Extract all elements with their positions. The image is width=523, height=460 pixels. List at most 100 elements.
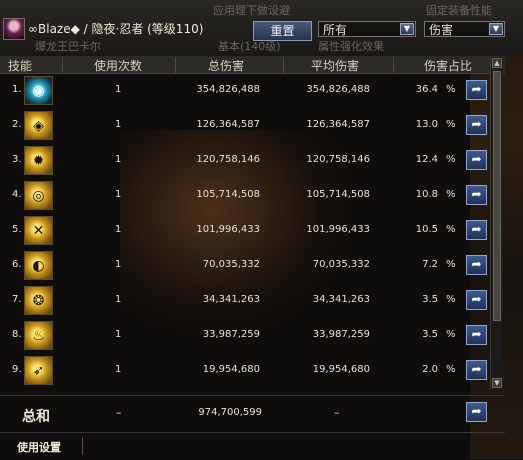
average-damage: 70,035,332 <box>312 259 370 270</box>
row-index: 6. <box>12 259 22 270</box>
percent-sign: % <box>446 329 456 340</box>
reset-button[interactable]: 重置 <box>253 21 312 41</box>
share-icon[interactable]: ➦ <box>466 255 487 275</box>
skill-row[interactable]: 2. ◈ 1 126,364,587 126,364,587 13.0 % ➦ <box>0 109 503 144</box>
character-avatar <box>3 18 25 40</box>
chevron-down-icon[interactable]: ▼ <box>489 23 503 35</box>
row-index: 5. <box>12 224 22 235</box>
skill-row[interactable]: 7. ❂ 1 34,341,263 34,341,263 3.5 % ➦ <box>0 284 503 319</box>
background-text: 爆龙王巴卡尔 <box>35 40 101 53</box>
chevron-down-icon[interactable]: ▼ <box>400 23 414 35</box>
average-damage: 126,364,587 <box>306 119 370 130</box>
share-icon[interactable]: ➦ <box>466 80 487 100</box>
total-damage: 354,826,488 <box>196 84 260 95</box>
percent-sign: % <box>446 154 456 165</box>
damage-percent: 2.0 <box>422 364 438 375</box>
damage-type-select-value: 伤害 <box>429 23 454 37</box>
total-damage: 101,996,433 <box>196 224 260 235</box>
footer-bar: 使用设置 <box>0 432 505 460</box>
column-damage-share[interactable]: 伤害占比 <box>424 57 472 74</box>
column-divider <box>393 57 394 73</box>
use-count: 1 <box>115 84 122 95</box>
background-text: 应用理下做设避 <box>213 4 290 17</box>
skill-row[interactable]: 3. ✹ 1 120,758,146 120,758,146 12.4 % ➦ <box>0 144 503 179</box>
average-damage: 120,758,146 <box>306 154 370 165</box>
damage-percent: 3.5 <box>422 294 438 305</box>
gold-beast-skill-icon: ❂ <box>24 286 53 315</box>
gold-burst-skill-icon: ✹ <box>24 146 53 175</box>
scrollbar[interactable]: ▲ ▼ <box>490 57 503 389</box>
scrollbar-thumb[interactable] <box>493 71 501 321</box>
scroll-down-icon[interactable]: ▼ <box>492 378 502 388</box>
damage-percent: 3.5 <box>422 329 438 340</box>
skill-row[interactable]: 9. ➶ 1 19,954,680 19,954,680 2.0 % ➦ <box>0 354 503 389</box>
use-count: 1 <box>115 294 122 305</box>
total-damage: 19,954,680 <box>202 364 260 375</box>
average-damage: 105,714,508 <box>306 189 370 200</box>
damage-type-select[interactable]: 伤害 ▼ <box>424 21 505 37</box>
share-icon[interactable]: ➦ <box>466 402 487 422</box>
damage-percent: 36.4 <box>415 84 438 95</box>
damage-percent: 13.0 <box>415 119 438 130</box>
usage-settings-tab[interactable]: 使用设置 <box>17 439 61 455</box>
skill-row[interactable]: 1. ◉ 1 354,826,488 354,826,488 36.4 % ➦ <box>0 74 503 109</box>
percent-sign: % <box>446 84 456 95</box>
share-icon[interactable]: ➦ <box>466 290 487 310</box>
row-index: 2. <box>12 119 22 130</box>
percent-sign: % <box>446 364 456 375</box>
use-count: 1 <box>115 154 122 165</box>
row-index: 7. <box>12 294 22 305</box>
row-index: 9. <box>12 364 22 375</box>
column-skill[interactable]: 技能 <box>8 57 32 74</box>
total-damage: 105,714,508 <box>196 189 260 200</box>
share-icon[interactable]: ➦ <box>466 150 487 170</box>
column-divider <box>175 57 176 73</box>
column-divider <box>283 57 284 73</box>
percent-sign: % <box>446 224 456 235</box>
use-count: 1 <box>115 224 122 235</box>
share-icon[interactable]: ➦ <box>466 185 487 205</box>
totals-label: 总和 <box>22 409 50 425</box>
share-icon[interactable]: ➦ <box>466 360 487 380</box>
filter-select[interactable]: 所有 ▼ <box>318 21 416 37</box>
skill-row[interactable]: 8. ♨ 1 33,987,259 33,987,259 3.5 % ➦ <box>0 319 503 354</box>
totals-count: – <box>116 406 122 419</box>
filter-select-value: 所有 <box>323 23 348 37</box>
damage-percent: 10.8 <box>415 189 438 200</box>
character-title: ∞Blaze◆ / 隐夜·忍者 (等级110) <box>28 22 204 36</box>
damage-percent: 12.4 <box>415 154 438 165</box>
gold-spiral-skill-icon: ◐ <box>24 251 53 280</box>
scroll-up-icon[interactable]: ▲ <box>492 58 502 68</box>
gold-flame-skill-icon: ♨ <box>24 321 53 350</box>
percent-sign: % <box>446 294 456 305</box>
percent-sign: % <box>446 189 456 200</box>
totals-row: 总和 – 974,700,599 – ➦ <box>0 395 505 431</box>
gold-ring-skill-icon: ◎ <box>24 181 53 210</box>
background-text: 固定装备性能 <box>426 4 492 17</box>
use-count: 1 <box>115 119 122 130</box>
gold-blade-skill-icon: ➶ <box>24 356 53 385</box>
divider <box>82 437 83 455</box>
damage-percent: 7.2 <box>422 259 438 270</box>
totals-damage: 974,700,599 <box>198 407 262 418</box>
share-icon[interactable]: ➦ <box>466 115 487 135</box>
skill-row[interactable]: 5. ✕ 1 101,996,433 101,996,433 10.5 % ➦ <box>0 214 503 249</box>
gold-cross-skill-icon: ✕ <box>24 216 53 245</box>
share-icon[interactable]: ➦ <box>466 220 487 240</box>
damage-percent: 10.5 <box>415 224 438 235</box>
skill-row[interactable]: 6. ◐ 1 70,035,332 70,035,332 7.2 % ➦ <box>0 249 503 284</box>
gold-dragon-skill-icon: ◈ <box>24 111 53 140</box>
row-index: 3. <box>12 154 22 165</box>
use-count: 1 <box>115 259 122 270</box>
average-damage: 33,987,259 <box>312 329 370 340</box>
column-use-count[interactable]: 使用次数 <box>94 57 142 74</box>
skill-row[interactable]: 4. ◎ 1 105,714,508 105,714,508 10.8 % ➦ <box>0 179 503 214</box>
percent-sign: % <box>446 119 456 130</box>
share-icon[interactable]: ➦ <box>466 325 487 345</box>
total-damage: 33,987,259 <box>202 329 260 340</box>
total-damage: 70,035,332 <box>202 259 260 270</box>
total-damage: 34,341,263 <box>202 294 260 305</box>
column-average-damage[interactable]: 平均伤害 <box>311 57 359 74</box>
column-total-damage[interactable]: 总伤害 <box>208 57 244 74</box>
background-text: 属性强化效果 <box>318 40 384 53</box>
